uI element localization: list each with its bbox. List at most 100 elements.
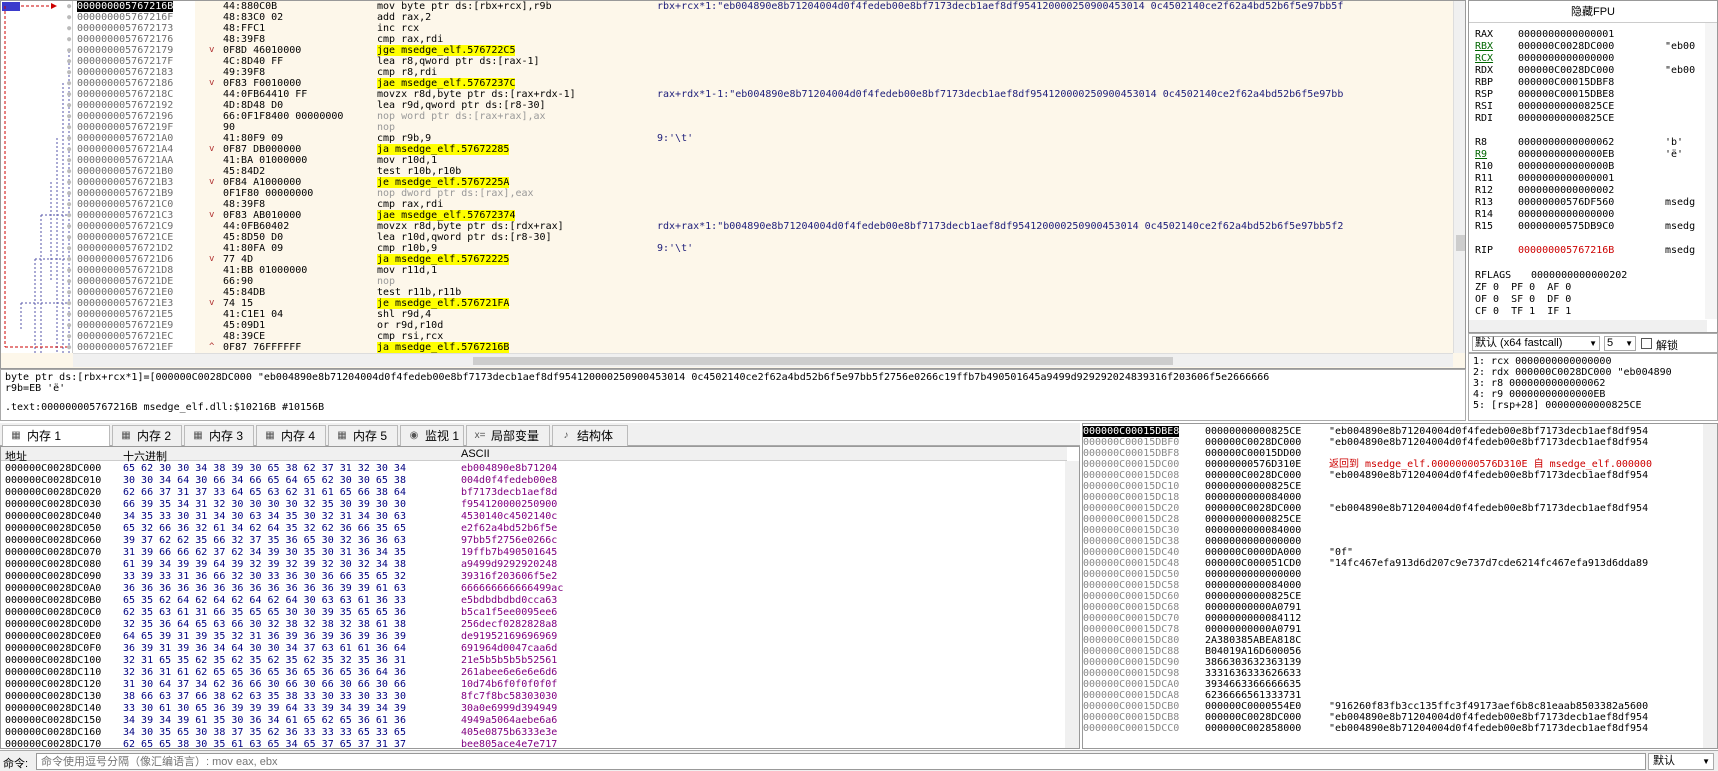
disasm-row[interactable]: ● 0000000057672196 66:0F1F8400 00000000 nop… — [67, 111, 1453, 122]
stack-row[interactable]: 000000C00015DCA8 6236666561333731 — [1083, 690, 1703, 701]
tab-4[interactable]: ▦ 内存 4 — [256, 425, 326, 446]
disasm-row[interactable]: ● 00000000576721D8 41:BB 01000000 mov r11d,… — [67, 265, 1453, 276]
command-input[interactable] — [36, 753, 1646, 770]
disasm-row[interactable]: ● 00000000576721C0 48:39F8 cmp rax,rdi — [67, 199, 1453, 210]
register-row[interactable]: RAX 0000000000000001 — [1475, 29, 1715, 41]
register-value[interactable]: 000000C00015DBF8 — [1518, 77, 1614, 88]
flags-row-2[interactable]: OF 0 SF 0 DF 0 — [1475, 294, 1715, 306]
register-row[interactable]: RDX 000000C0028DC000 "eb00 — [1475, 65, 1715, 77]
fold-chevron-icon[interactable]: v — [209, 144, 214, 155]
breakpoint-dot[interactable]: ● — [67, 221, 71, 232]
dump-row[interactable]: 000000C0028DC100 32 31 65 35 62 35 62 35 … — [1, 655, 1067, 667]
disasm-row[interactable]: ● 00000000576721EC 48:39CE cmp rsi,rcx — [67, 331, 1453, 342]
register-row[interactable]: R9 00000000000000EB 'ë' — [1475, 149, 1715, 161]
disasm-row[interactable]: ● 000000005767217F 4C:8D40 FF lea r8,qword … — [67, 56, 1453, 67]
breakpoint-dot[interactable]: ● — [67, 34, 71, 45]
dump-row[interactable]: 000000C0028DC0B0 65 35 62 64 62 64 62 64 … — [1, 595, 1067, 607]
breakpoint-dot[interactable]: ● — [67, 100, 71, 111]
breakpoint-dot[interactable]: ● — [67, 67, 71, 78]
register-row[interactable]: RSI 00000000000825CE — [1475, 101, 1715, 113]
breakpoint-dot[interactable]: ● — [67, 298, 71, 309]
breakpoint-dot[interactable]: ● — [67, 232, 71, 243]
breakpoint-dot[interactable]: ● — [67, 122, 71, 133]
breakpoint-dot[interactable]: ● — [67, 265, 71, 276]
breakpoint-dot[interactable]: ● — [67, 188, 71, 199]
registers-vscroll[interactable] — [1705, 23, 1717, 319]
dump-row[interactable]: 000000C0028DC040 34 35 33 30 31 34 30 63 … — [1, 511, 1067, 523]
disasm-row[interactable]: ● 00000000576721E0 45:84DB test r11b,r11b — [67, 287, 1453, 298]
breakpoint-dot[interactable]: ● — [67, 144, 71, 155]
register-row[interactable]: R14 0000000000000000 — [1475, 209, 1715, 221]
stack-row[interactable]: 000000C00015DC98 3331636333626633 — [1083, 668, 1703, 679]
breakpoint-dot[interactable]: ● — [67, 331, 71, 342]
dump-row[interactable]: 000000C0028DC0F0 36 39 31 39 36 34 64 30 … — [1, 643, 1067, 655]
disasm-row[interactable]: ● 00000000576721B3 v 0F84 A1000000 je msedge… — [67, 177, 1453, 188]
dump-row[interactable]: 000000C0028DC120 31 30 64 37 34 62 36 66 … — [1, 679, 1067, 691]
dump-row[interactable]: 000000C0028DC080 61 39 34 39 39 64 39 32 … — [1, 559, 1067, 571]
stack-row[interactable]: 000000C00015DBF8 000000C00015DD00 — [1083, 448, 1703, 459]
disasm-row[interactable]: ● 00000000576721B9 0F1F80 00000000 nop dwor… — [67, 188, 1453, 199]
stack-row[interactable]: 000000C00015DC20 000000C0028DC000 "eb00489… — [1083, 503, 1703, 514]
dump-row[interactable]: 000000C0028DC160 34 30 35 65 30 38 37 35 … — [1, 727, 1067, 739]
stack-row[interactable]: 000000C00015DCC0 000000C002858000 "eb00489… — [1083, 723, 1703, 734]
breakpoint-dot[interactable]: ● — [67, 1, 71, 12]
disasm-row[interactable]: ● 000000005767216F 48:83C0 02 add rax,2 — [67, 12, 1453, 23]
disassembly-panel[interactable]: ● 000000005767216B 44:880C0B mov byte ptr d… — [0, 0, 1466, 369]
breakpoint-dot[interactable]: ● — [67, 89, 71, 100]
register-value[interactable]: 000000C0028DC000 — [1518, 65, 1614, 76]
tab-5[interactable]: ▦ 内存 5 — [328, 425, 398, 446]
disassembly-vscroll-thumb[interactable] — [1456, 235, 1465, 251]
disassembly-hscroll[interactable] — [73, 353, 1453, 367]
stack-row[interactable]: 000000C00015DC00 00000000576D310E 返回到 msed… — [1083, 459, 1703, 470]
stack-row[interactable]: 000000C00015DC68 00000000000A0791 — [1083, 602, 1703, 613]
disasm-row[interactable]: ● 0000000057672179 v 0F8D 46010000 jge msedg… — [67, 45, 1453, 56]
disasm-row[interactable]: ● 0000000057672192 4D:8D48 D0 lea r9d,qword… — [67, 100, 1453, 111]
breakpoint-dot[interactable]: ● — [67, 243, 71, 254]
breakpoint-dot[interactable]: ● — [67, 342, 71, 353]
register-value[interactable]: 00000000575DB9C0 — [1518, 221, 1614, 232]
register-row[interactable]: R10 000000000000000B — [1475, 161, 1715, 173]
disasm-row[interactable]: ● 000000005767218C 44:0FB64410 FF movzx r8d… — [67, 89, 1453, 100]
register-row[interactable]: RSP 000000C00015DBE8 — [1475, 89, 1715, 101]
register-row[interactable]: R13 00000000576DF560 msedg — [1475, 197, 1715, 209]
dump-vscroll[interactable] — [1065, 461, 1079, 748]
calling-convention-select[interactable]: 默认 (x64 fastcall) ▼ — [1472, 336, 1600, 351]
dump-row[interactable]: 000000C0028DC030 66 39 35 34 31 32 30 30 … — [1, 499, 1067, 511]
breakpoint-dot[interactable]: ● — [67, 12, 71, 23]
register-row[interactable]: RCX 0000000000000000 — [1475, 53, 1715, 65]
fold-chevron-icon[interactable]: v — [209, 78, 214, 89]
flags-row-1[interactable]: ZF 0 PF 0 AF 0 — [1475, 282, 1715, 294]
register-value[interactable]: 0000000000000001 — [1518, 173, 1614, 184]
register-value[interactable]: 000000000000000B — [1518, 161, 1614, 172]
register-value[interactable]: 000000C0028DC000 — [1518, 41, 1614, 52]
stack-row[interactable]: 000000C00015DC58 0000000000084000 — [1083, 580, 1703, 591]
register-value[interactable]: 00000000576DF560 — [1518, 197, 1614, 208]
breakpoint-dot[interactable]: ● — [67, 276, 71, 287]
breakpoint-dot[interactable]: ● — [67, 199, 71, 210]
breakpoint-dot[interactable]: ● — [67, 133, 71, 144]
dump-row[interactable]: 000000C0028DC060 39 37 62 62 35 66 32 37 … — [1, 535, 1067, 547]
disasm-row[interactable]: ● 00000000576721A0 41:80F9 09 cmp r9b,9 9:'\… — [67, 133, 1453, 144]
breakpoint-dot[interactable]: ● — [67, 177, 71, 188]
dump-row[interactable]: 000000C0028DC020 62 66 37 31 37 33 64 65 … — [1, 487, 1067, 499]
argument-row[interactable]: 3: r8 0000000000000062 — [1473, 378, 1605, 389]
disasm-row[interactable]: ● 0000000057672173 48:FFC1 inc rcx — [67, 23, 1453, 34]
dump-row[interactable]: 000000C0028DC090 33 39 33 31 36 66 32 30 … — [1, 571, 1067, 583]
stack-row[interactable]: 000000C00015DC50 0000000000000000 — [1083, 569, 1703, 580]
register-value[interactable]: 0000000000000000 — [1518, 209, 1614, 220]
stack-row[interactable]: 000000C00015DC40 000000C0000DA000 "0f" — [1083, 547, 1703, 558]
disasm-row[interactable]: ● 0000000057672186 v 0F83 F0010000 jae msedg… — [67, 78, 1453, 89]
argument-row[interactable]: 2: rdx 000000C0028DC000 "eb004890 — [1473, 367, 1672, 378]
register-row[interactable]: RBX 000000C0028DC000 "eb00 — [1475, 41, 1715, 53]
disasm-row[interactable]: ● 00000000576721DE 66:90 nop — [67, 276, 1453, 287]
disasm-row[interactable]: ● 00000000576721E5 41:C1E1 04 shl r9d,4 — [67, 309, 1453, 320]
dump-row[interactable]: 000000C0028DC130 38 66 63 37 66 38 62 63 … — [1, 691, 1067, 703]
arg-count-spinner[interactable]: 5 ▼ — [1604, 336, 1636, 351]
disassembly-hscroll-thumb[interactable] — [473, 357, 1173, 365]
breakpoint-dot[interactable]: ● — [67, 320, 71, 331]
flags-row-3[interactable]: CF 0 TF 1 IF 1 — [1475, 306, 1715, 314]
argument-row[interactable]: 4: r9 00000000000000EB — [1473, 389, 1605, 400]
register-row[interactable]: R15 00000000575DB9C0 msedg — [1475, 221, 1715, 233]
dump-row[interactable]: 000000C0028DC0D0 32 35 36 64 65 63 66 30 … — [1, 619, 1067, 631]
register-value[interactable]: 00000000000000EB — [1518, 149, 1614, 160]
